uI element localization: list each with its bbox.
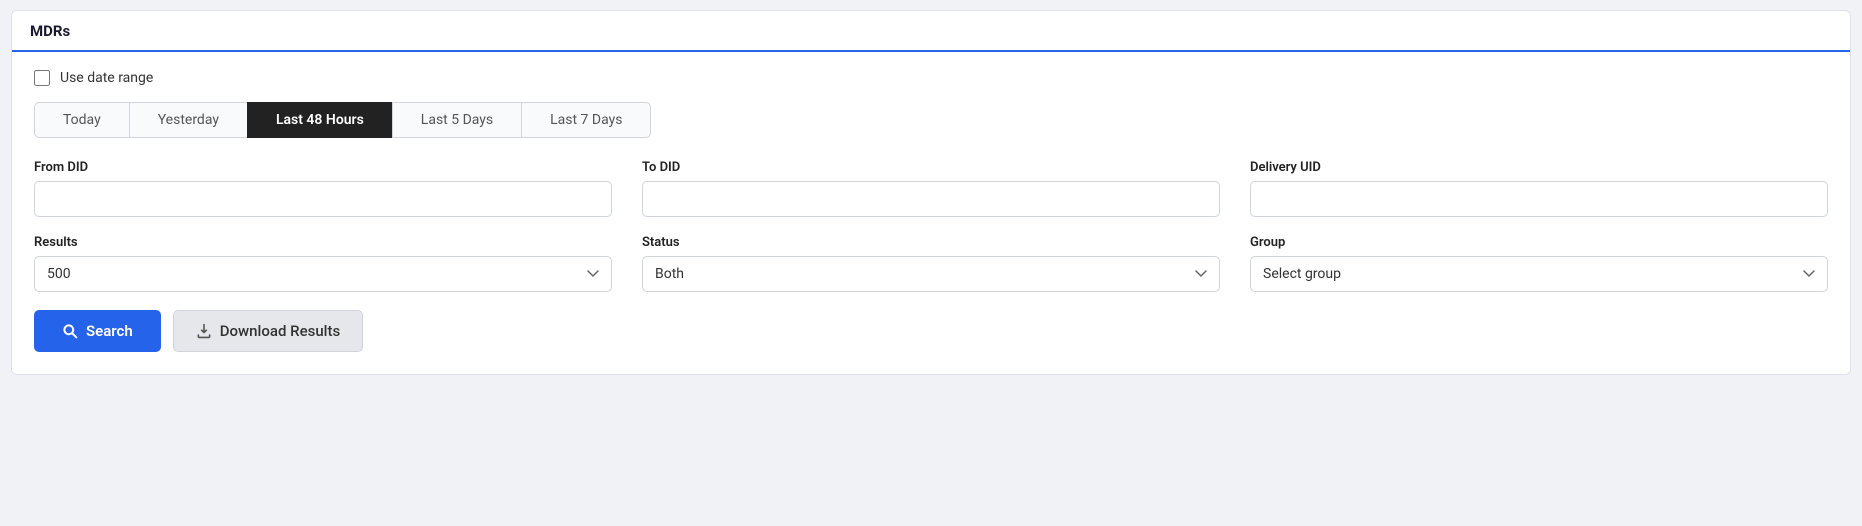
fields-row-1: From DID To DID Delivery UID — [34, 160, 1828, 217]
search-button[interactable]: Search — [34, 310, 161, 352]
results-group: Results 100 250 500 1000 2500 — [34, 235, 612, 292]
tab-today[interactable]: Today — [34, 102, 129, 138]
page-title: MDRs — [30, 22, 70, 40]
to-did-group: To DID — [642, 160, 1220, 217]
date-range-row: Use date range — [34, 70, 1828, 86]
download-label: Download Results — [220, 322, 340, 340]
tab-last-7-days[interactable]: Last 7 Days — [521, 102, 651, 138]
tab-yesterday[interactable]: Yesterday — [129, 102, 247, 138]
fields-row-2: Results 100 250 500 1000 2500 Status Bot… — [34, 235, 1828, 292]
tabs-row: Today Yesterday Last 48 Hours Last 5 Day… — [34, 102, 1828, 138]
delivery-uid-group: Delivery UID — [1250, 160, 1828, 217]
from-did-group: From DID — [34, 160, 612, 217]
group-select[interactable]: Select group — [1250, 256, 1828, 292]
tab-last-5-days[interactable]: Last 5 Days — [392, 102, 521, 138]
delivery-uid-input[interactable] — [1250, 181, 1828, 217]
page-body: Use date range Today Yesterday Last 48 H… — [12, 52, 1850, 374]
actions-row: Search Download Results — [34, 310, 1828, 352]
results-label: Results — [34, 235, 612, 250]
to-did-label: To DID — [642, 160, 1220, 175]
status-select[interactable]: Both Delivered Failed — [642, 256, 1220, 292]
use-date-range-checkbox[interactable] — [34, 70, 50, 86]
page-container: MDRs Use date range Today Yesterday Last… — [11, 10, 1851, 375]
group-group: Group Select group — [1250, 235, 1828, 292]
delivery-uid-label: Delivery UID — [1250, 160, 1828, 175]
download-button[interactable]: Download Results — [173, 310, 363, 352]
tab-last-48-hours[interactable]: Last 48 Hours — [247, 102, 392, 138]
group-label: Group — [1250, 235, 1828, 250]
from-did-input[interactable] — [34, 181, 612, 217]
results-select[interactable]: 100 250 500 1000 2500 — [34, 256, 612, 292]
status-group: Status Both Delivered Failed — [642, 235, 1220, 292]
from-did-label: From DID — [34, 160, 612, 175]
date-range-label: Use date range — [60, 70, 153, 86]
to-did-input[interactable] — [642, 181, 1220, 217]
search-icon — [62, 323, 78, 339]
search-label: Search — [86, 322, 133, 340]
status-label: Status — [642, 235, 1220, 250]
page-header: MDRs — [12, 11, 1850, 52]
download-icon — [196, 323, 212, 339]
